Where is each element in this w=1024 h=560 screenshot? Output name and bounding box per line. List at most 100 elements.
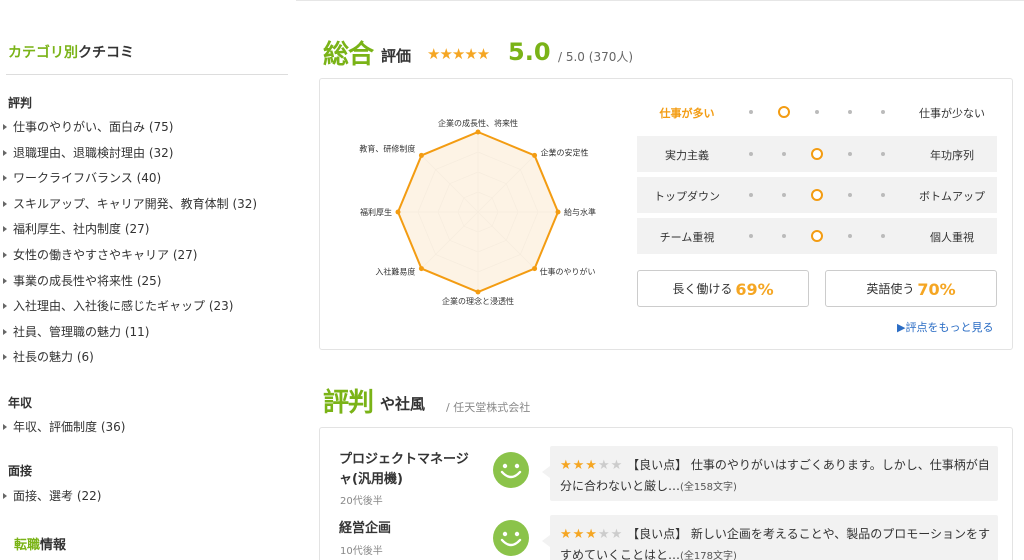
- sidebar-divider: [6, 74, 288, 75]
- overall-stars: ★★★★★: [427, 45, 490, 63]
- triangle-right-icon: [3, 252, 7, 258]
- reviews-title: 評判: [323, 388, 374, 418]
- review-char-count: (全158文字): [680, 482, 737, 493]
- overall-title: 総合: [323, 40, 374, 70]
- sidebar-category-link[interactable]: スキルアップ、キャリア開発、教育体制 (32): [3, 195, 257, 212]
- radar-point: [532, 152, 538, 158]
- sidebar-category-link[interactable]: 面接、選考 (22): [3, 487, 101, 504]
- scale-marker-icon: [811, 230, 823, 242]
- more-ratings-link[interactable]: ▶評点をもっと見る: [897, 319, 993, 335]
- smile-icon: [493, 452, 529, 488]
- scale-dot: [749, 110, 753, 114]
- scale-dot: [848, 152, 852, 156]
- radar-label: 教育、研修制度: [359, 143, 415, 153]
- triangle-right-icon: [3, 200, 7, 207]
- long-work-value: 69%: [735, 280, 774, 299]
- sidebar-section-heading: 面接: [8, 464, 33, 478]
- reviews-title-suffix: や社風: [380, 395, 426, 413]
- radar-label: 企業の安定性: [541, 147, 589, 157]
- sidebar-category-link[interactable]: 年収、評価制度 (36): [3, 418, 125, 435]
- culture-scale-row: 実力主義 年功序列: [637, 136, 997, 172]
- radar-label: 給与水準: [564, 207, 596, 217]
- reviews-company: / 任天堂株式会社: [446, 401, 531, 414]
- triangle-right-icon: [3, 175, 7, 182]
- english-box: 英語使う 70%: [825, 270, 997, 307]
- scale-left-label: 実力主義: [665, 149, 709, 162]
- radar-label: 入社難易度: [375, 267, 415, 277]
- triangle-right-icon: [3, 149, 7, 156]
- triangle-right-icon: [3, 277, 7, 284]
- scale-marker-icon: [778, 106, 790, 118]
- overall-out-of: / 5.0 (370人): [558, 50, 634, 64]
- radar-point: [475, 129, 481, 135]
- review-char-count: (全178文字): [680, 551, 737, 560]
- review-snippet[interactable]: ★★★★★ 【良い点】 仕事のやりがいはすごくあります。しかし、仕事柄が自分に合…: [542, 446, 998, 501]
- sidebar-category-link[interactable]: 福利厚生、社内制度 (27): [3, 220, 149, 237]
- review-age: 20代後半: [340, 496, 383, 507]
- sidebar-section-heading: 年収: [8, 396, 33, 410]
- smile-icon: [493, 520, 529, 556]
- review-job-title[interactable]: プロジェクトマネージ ャ(汎用機): [339, 450, 469, 490]
- english-label: 英語使う: [866, 282, 915, 296]
- scale-left-label: 仕事が多い: [659, 107, 715, 120]
- scale-dot: [881, 152, 885, 156]
- scale-dot: [848, 193, 852, 197]
- triangle-right-icon: [3, 226, 7, 233]
- long-work-label: 長く働ける: [672, 282, 733, 296]
- sidebar-category-link[interactable]: 仕事のやりがい、面白み (75): [3, 118, 173, 135]
- scale-right-label: 仕事が少ない: [919, 107, 985, 120]
- sidebar-category-link[interactable]: 社員、管理職の魅力 (11): [3, 323, 149, 340]
- overall-score: 5.0: [508, 38, 551, 66]
- triangle-right-icon: [3, 493, 7, 499]
- radar-point: [532, 266, 538, 272]
- radar-label: 福利厚生: [360, 207, 392, 217]
- tenshoku-heading: 転職情報: [14, 538, 67, 553]
- review-snippet[interactable]: ★★★★★ 【良い点】 新しい企画を考えることや、製品のプロモーションをすすめて…: [542, 515, 998, 560]
- scale-dot: [782, 193, 786, 197]
- scale-dot: [815, 110, 819, 114]
- category-sidebar: カテゴリ別クチコミ 評判仕事のやりがい、面白み (75) 退職理由、退職検討理由 …: [0, 0, 300, 560]
- scale-marker-icon: [811, 189, 823, 201]
- culture-scale-row: チーム重視 個人重視: [637, 218, 997, 254]
- triangle-right-icon: [3, 124, 7, 130]
- triangle-right-icon: [3, 303, 7, 310]
- triangle-right-icon: [3, 424, 7, 430]
- radar-label: 企業の理念と浸透性: [442, 296, 514, 306]
- radar-point: [475, 289, 481, 295]
- review-job-title[interactable]: 経営企画: [339, 519, 391, 539]
- scale-dot: [848, 234, 852, 238]
- radar-point: [418, 152, 424, 158]
- scale-left-label: トップダウン: [654, 190, 720, 203]
- triangle-right-icon: [3, 328, 7, 335]
- review-text: 【良い点】 仕事のやりがいはすごくあります。しかし、仕事柄が自分に合わないと厳し…: [560, 458, 990, 493]
- overall-title-suffix: 評価: [381, 47, 412, 65]
- long-work-box: 長く働ける 69%: [637, 270, 809, 307]
- scale-dot: [782, 152, 786, 156]
- scale-dot: [881, 193, 885, 197]
- review-text: 【良い点】 新しい企画を考えることや、製品のプロモーションをすすめていくことはと…: [560, 527, 990, 560]
- review-age: 10代後半: [340, 546, 383, 557]
- scale-dot: [749, 152, 753, 156]
- scale-right-label: ボトムアップ: [919, 190, 985, 203]
- sidebar-category-link[interactable]: 社長の魅力 (6): [3, 348, 94, 365]
- scale-dot: [749, 234, 753, 238]
- sidebar-category-link[interactable]: ワークライフバランス (40): [3, 169, 161, 186]
- culture-scale-row: 仕事が多い 仕事が少ない: [637, 94, 997, 130]
- sidebar-category-link[interactable]: 退職理由、退職検討理由 (32): [3, 144, 173, 161]
- sidebar-section-heading: 評判: [8, 96, 33, 110]
- scale-dot: [881, 110, 885, 114]
- scale-dot: [881, 234, 885, 238]
- scale-dot: [848, 110, 852, 114]
- sidebar-category-link[interactable]: 事業の成長性や将来性 (25): [3, 272, 161, 289]
- radar-point: [555, 209, 561, 215]
- sidebar-category-link[interactable]: 女性の働きやすさやキャリア (27): [3, 246, 197, 263]
- scale-dot: [749, 193, 753, 197]
- review-stars: ★★★★★: [560, 458, 624, 473]
- radar-label: 企業の成長性、将来性: [438, 118, 518, 128]
- sidebar-title: カテゴリ別クチコミ: [8, 45, 134, 61]
- sidebar-category-link[interactable]: 入社理由、入社後に感じたギャップ (23): [3, 297, 233, 314]
- scale-left-label: チーム重視: [659, 231, 715, 244]
- review-stars: ★★★★★: [560, 527, 624, 542]
- triangle-right-icon: [3, 354, 7, 361]
- scale-marker-icon: [811, 148, 823, 160]
